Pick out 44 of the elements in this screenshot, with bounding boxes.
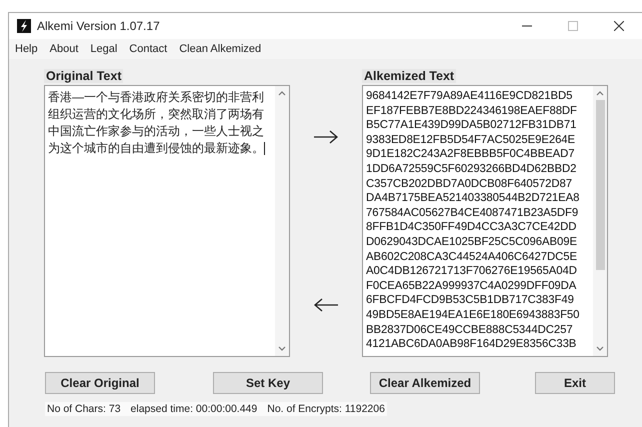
text-line: EF187FEBB7E8BD224346198EAEF88DF — [366, 104, 578, 118]
right-arrow-icon[interactable] — [312, 129, 340, 145]
text-line: 9383ED8E12FB5D54F7AC5025E9E264E — [366, 132, 576, 148]
text-line: C357CB202DBD7A0DCB08F640572D87 — [366, 176, 573, 192]
scroll-thumb[interactable] — [596, 100, 604, 270]
text-line: 9D1E182C243A2F8EBBB5F0C4BBEAD7 — [366, 147, 576, 162]
lightning-logo-icon — [17, 19, 31, 33]
alkemized-text-area[interactable] — [362, 85, 608, 357]
status-text: No of Chars: 73 — [47, 403, 121, 415]
action-button[interactable]: Exit — [535, 372, 615, 394]
text-line: 9684142E7F79A89AE4116E9CD821BD5 — [366, 89, 574, 104]
action-button[interactable]: Clear Original — [45, 372, 155, 394]
text-line: 6FBCFD4FCD9B53C5B1DB717C383F49 — [366, 293, 575, 308]
text-line: BB2837D06CE49CCBE888C5344DC257 — [366, 322, 574, 338]
menu-item[interactable]: Clean Alkemized — [173, 43, 268, 55]
text-line: 8FFB1D4C350FF49D4CC3A3C7CE42DD — [366, 220, 578, 235]
window-title: Alkemi Version 1.07.17 — [37, 19, 161, 33]
original-text-label: Original Text — [44, 69, 124, 83]
text-line: B5C77A1E439D99DA5B02712FB31DB71 — [366, 118, 578, 133]
original-text-area[interactable]: 香港—一个与香港政府关系密切的非营利组织运营的文化场所，突然取消了两场有中国流亡作家参与的活动，一些人士视之为这个城市的自由遭到侵蚀的最新迹象。 — [44, 85, 290, 357]
alkemized-text-label: Alkemized Text — [362, 69, 456, 83]
text-line: 4121ABC6DA0AB98F164D29E8356C33B — [366, 337, 578, 352]
status-text: elapsed time: 00:00:00.449 — [130, 403, 258, 415]
text-line: F0CEA65B22A999937C4A0299DFF09DA — [366, 278, 578, 294]
left-arrow-icon[interactable] — [312, 297, 340, 313]
menu-item[interactable]: Legal — [84, 43, 124, 55]
action-button[interactable]: Clear Alkemized — [370, 372, 480, 394]
scrollbar[interactable] — [593, 86, 607, 356]
status-text: No. of Encrypts: 1192206 — [267, 403, 385, 415]
text-line: AB602C208CA3C44524A406C6427DC5E — [366, 250, 578, 264]
text-line: DA4B7175BEA521403380544B2D721EA8 — [366, 191, 580, 206]
menu-item[interactable]: Help — [9, 43, 44, 55]
text-line: 49BD5E8AE194EA1E6E180E6943883F50 — [366, 308, 580, 322]
menu-item[interactable]: About — [44, 43, 84, 55]
close-icon[interactable] — [614, 21, 624, 31]
scrollbar[interactable] — [275, 86, 289, 356]
original-text: 香港—一个与香港政府关系密切的非营利组织运营的文化场所，突然取消了两场有中国流亡作家参与的活动，一些人士视之为这个城市的自由遭到侵蚀的最新迹象。 — [48, 89, 266, 157]
text-line: 767584AC05627B4CE4087471B23A5DF9 — [366, 206, 580, 220]
text-line: 1DD6A72559C5F60293266BD4D62BBD2 — [366, 162, 578, 177]
action-button[interactable]: Set Key — [213, 372, 323, 394]
menu-item[interactable]: Contact — [123, 43, 174, 55]
text-line: D0629043DCAE1025BF25C5C096AB09E — [366, 234, 578, 250]
maximize-icon[interactable] — [568, 21, 578, 31]
text-line: A0C4DB126721713F706276E19565A04D — [366, 264, 578, 279]
